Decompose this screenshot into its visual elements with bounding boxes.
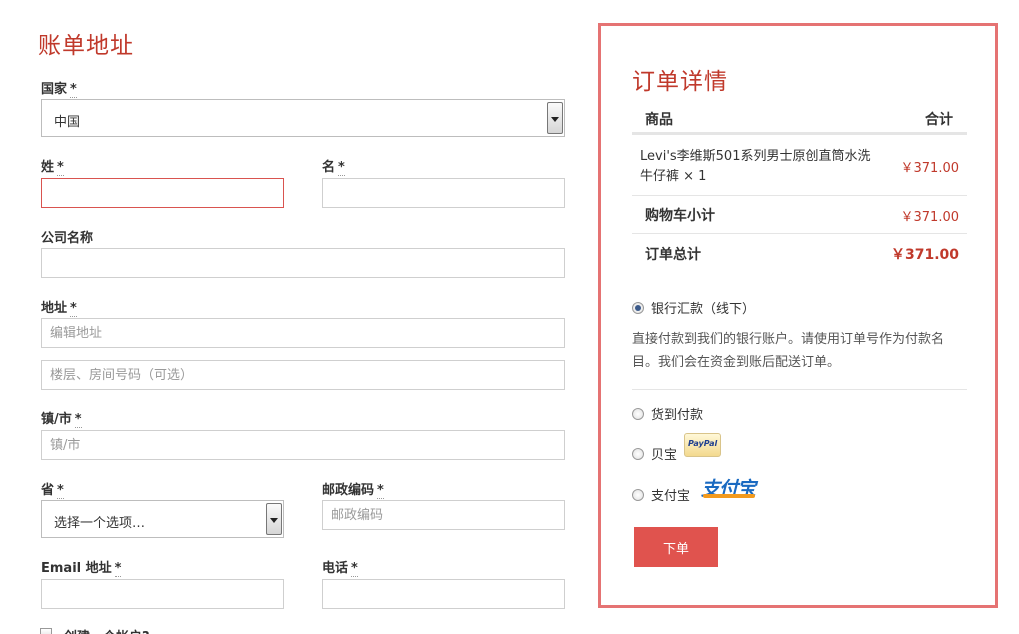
required-mark: * xyxy=(114,561,122,577)
company-label: 公司名称 xyxy=(41,231,94,246)
address-label: 地址 * xyxy=(41,301,77,317)
city-input[interactable] xyxy=(41,430,565,460)
place-order-button[interactable]: 下单 xyxy=(634,527,718,567)
paypal-logo-icon: PayPal xyxy=(684,433,721,457)
chevron-down-icon[interactable] xyxy=(266,503,282,535)
order-table-header: 商品 合计 xyxy=(632,109,967,135)
phone-label: 电话 * xyxy=(322,561,358,577)
postcode-label: 邮政编码 * xyxy=(322,483,384,499)
phone-input[interactable] xyxy=(322,579,565,609)
radio-icon[interactable] xyxy=(632,489,644,501)
total-label: 订单总计 xyxy=(645,247,701,263)
column-total: 合计 xyxy=(925,112,953,128)
address2-input[interactable] xyxy=(41,360,565,390)
bank-transfer-description: 直接付款到我们的银行账户。请使用订单号作为付款名目。我们会在资金到账后配送订单。 xyxy=(632,332,945,370)
item-price: ￥371.00 xyxy=(900,161,960,176)
total-row: 订单总计 ￥371.00 xyxy=(632,234,967,273)
radio-icon[interactable] xyxy=(632,408,644,420)
subtotal-label: 购物车小计 xyxy=(645,208,715,224)
country-label: 国家 * xyxy=(41,82,77,98)
first-name-input[interactable] xyxy=(322,178,565,208)
country-select[interactable]: 中国 xyxy=(41,99,565,137)
column-product: 商品 xyxy=(645,112,673,128)
order-item-row: Levi's李维斯501系列男士原创直筒水洗牛仔裤 × 1 ￥371.00 xyxy=(632,135,967,196)
last-name-label: 姓 * xyxy=(41,160,64,176)
state-select[interactable]: 选择一个选项… xyxy=(41,500,284,538)
order-details-panel: 订单详情 商品 合计 Levi's李维斯501系列男士原创直筒水洗牛仔裤 × 1… xyxy=(598,23,998,608)
chevron-down-icon[interactable] xyxy=(547,102,563,134)
required-mark: * xyxy=(351,561,358,577)
email-label: Email 地址 * xyxy=(41,561,122,577)
required-mark: * xyxy=(57,160,64,176)
billing-title: 账单地址 xyxy=(38,33,134,59)
radio-icon[interactable] xyxy=(632,448,644,460)
state-label: 省 * xyxy=(41,483,64,499)
required-mark: * xyxy=(57,483,64,499)
create-account-label: 创建一个帐户? xyxy=(64,626,150,634)
state-select-value: 选择一个选项… xyxy=(54,516,146,531)
create-account-checkbox[interactable] xyxy=(40,628,52,634)
first-name-label: 名 * xyxy=(322,160,345,176)
email-input[interactable] xyxy=(41,579,284,609)
postcode-input[interactable] xyxy=(322,500,565,530)
total-value: ￥371.00 xyxy=(890,247,959,263)
required-mark: * xyxy=(377,483,384,499)
radio-checked-icon[interactable] xyxy=(632,302,644,314)
payment-divider xyxy=(632,389,967,390)
city-label: 镇/市 * xyxy=(41,412,82,428)
last-name-input[interactable] xyxy=(41,178,284,208)
subtotal-row: 购物车小计 ￥371.00 xyxy=(632,196,967,234)
country-select-value: 中国 xyxy=(54,115,81,130)
required-mark: * xyxy=(70,301,77,317)
order-title: 订单详情 xyxy=(632,69,728,95)
alipay-logo-icon: 支付宝 xyxy=(701,478,756,500)
address-input[interactable] xyxy=(41,318,565,348)
subtotal-value: ￥371.00 xyxy=(900,210,960,225)
company-input[interactable] xyxy=(41,248,565,278)
required-mark: * xyxy=(74,412,82,428)
required-mark: * xyxy=(338,160,345,176)
alipay-swoosh xyxy=(703,494,755,498)
item-name: Levi's李维斯501系列男士原创直筒水洗牛仔裤 × 1 xyxy=(640,149,871,184)
required-mark: * xyxy=(70,82,77,98)
